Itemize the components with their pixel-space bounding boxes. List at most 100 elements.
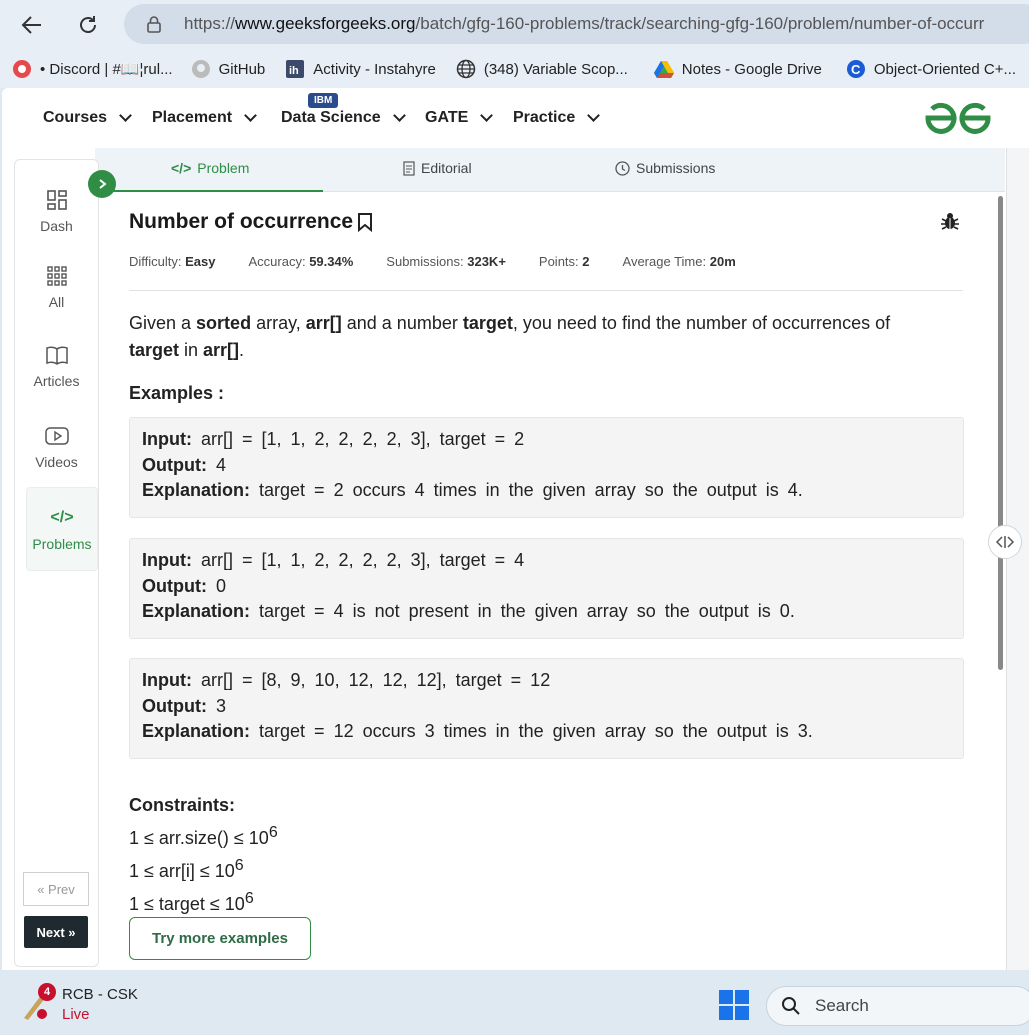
example-input: Input: arr[] = [8, 9, 10, 12, 12, 12], t… bbox=[142, 670, 551, 690]
svg-text:ih: ih bbox=[289, 65, 299, 77]
example-output: Output: 4 bbox=[142, 454, 226, 475]
url-text: https://www.geeksforgeeks.org/batch/gfg-… bbox=[184, 14, 985, 33]
chevron-down-icon bbox=[480, 109, 494, 122]
scrollbar[interactable] bbox=[998, 196, 1003, 670]
taskbar-search[interactable]: Search bbox=[766, 986, 1029, 1026]
panel-resize-handle[interactable] bbox=[988, 525, 1022, 559]
tab-problem[interactable]: </> Problem bbox=[171, 160, 249, 176]
chevron-down-icon bbox=[119, 109, 132, 122]
news-widget[interactable]: 4 RCB - CSK Live bbox=[20, 983, 138, 1025]
constraints-heading: Constraints: bbox=[129, 795, 236, 815]
globe-icon bbox=[456, 59, 476, 79]
bookmark-discord[interactable]: • Discord | #📖¦rul... bbox=[12, 59, 173, 79]
sidebar-item-videos[interactable]: Videos bbox=[15, 424, 98, 470]
constraint-item: 1 ≤ arr[i] ≤ 106 bbox=[129, 857, 244, 881]
bookmark-google-drive[interactable]: Notes - Google Drive bbox=[653, 59, 822, 79]
example-input: Input: arr[] = [1, 1, 2, 2, 2, 2, 3], ta… bbox=[142, 429, 525, 449]
bug-report-icon[interactable] bbox=[939, 210, 961, 237]
divider bbox=[129, 290, 963, 291]
chevron-down-icon bbox=[244, 109, 257, 122]
meta-accuracy: Accuracy: 59.34% bbox=[248, 254, 354, 269]
prev-button[interactable]: « Prev bbox=[23, 872, 89, 906]
browser-toolbar: https://www.geeksforgeeks.org/batch/gfg-… bbox=[0, 0, 1029, 50]
sidebar-item-problems[interactable]: </> Problems bbox=[26, 487, 98, 571]
reload-icon bbox=[80, 16, 96, 33]
sidebar-toggle-button[interactable] bbox=[88, 170, 116, 198]
bookmarks-bar: • Discord | #📖¦rul... GitHub ih Activity… bbox=[0, 50, 1029, 88]
sidebar-item-dash[interactable]: Dash bbox=[15, 188, 98, 234]
meta-average-time: Average Time: 20m bbox=[622, 254, 736, 269]
gfg-navbar: Courses Placement Data Science GATE Prac… bbox=[2, 88, 1029, 148]
notification-badge: 4 bbox=[38, 983, 56, 1001]
nav-courses[interactable]: Courses bbox=[43, 109, 132, 127]
editor-panel-edge bbox=[1006, 148, 1029, 970]
bookmark-icon[interactable] bbox=[357, 212, 373, 232]
nav-practice[interactable]: Practice bbox=[513, 109, 601, 127]
example-box: Input: arr[] = [1, 1, 2, 2, 2, 2, 3], ta… bbox=[129, 538, 964, 639]
book-icon bbox=[45, 343, 69, 367]
google-drive-icon bbox=[653, 59, 674, 79]
clock-icon bbox=[615, 160, 630, 176]
chevron-down-icon bbox=[392, 109, 406, 122]
svg-text:C: C bbox=[851, 62, 861, 77]
left-sidebar: Dash All Articles Videos </> Problems bbox=[14, 159, 99, 967]
meta-points: Points: 2 bbox=[538, 254, 590, 269]
dashboard-icon bbox=[45, 188, 69, 212]
bookmark-github[interactable]: GitHub bbox=[191, 59, 265, 79]
try-more-examples-button[interactable]: Try more examples bbox=[129, 917, 311, 960]
grid-icon bbox=[45, 264, 69, 288]
meta-submissions: Submissions: 323K+ bbox=[386, 254, 506, 269]
example-output: Output: 0 bbox=[142, 575, 226, 596]
nav-gate[interactable]: GATE bbox=[425, 109, 494, 127]
examples-heading: Examples : bbox=[129, 383, 225, 403]
webpage: Courses Placement Data Science GATE Prac… bbox=[2, 88, 1029, 970]
example-explanation: Explanation: target = 2 occurs 4 times i… bbox=[142, 480, 803, 500]
bookmark-oop-cpp[interactable]: C Object-Oriented C+... bbox=[846, 59, 1016, 79]
chevron-down-icon bbox=[587, 109, 601, 122]
reload-button[interactable] bbox=[72, 9, 104, 41]
example-explanation: Explanation: target = 12 occurs 3 times … bbox=[142, 721, 813, 741]
taskbar: 4 RCB - CSK Live Search bbox=[0, 975, 1029, 1035]
gfg-logo[interactable] bbox=[922, 100, 994, 141]
bookmark-instahyre[interactable]: ih Activity - Instahyre bbox=[285, 59, 436, 79]
problem-meta: Difficulty: Easy Accuracy: 59.34% Submis… bbox=[129, 254, 769, 269]
video-icon bbox=[44, 424, 69, 448]
arrow-left-icon bbox=[21, 16, 41, 34]
meta-difficulty: Difficulty: Easy bbox=[129, 254, 216, 269]
example-input: Input: arr[] = [1, 1, 2, 2, 2, 2, 3], ta… bbox=[142, 550, 525, 570]
double-chevron-right-icon: » bbox=[64, 924, 76, 940]
nav-placement[interactable]: Placement bbox=[152, 109, 257, 127]
double-chevron-left-icon: « bbox=[37, 881, 49, 897]
c-logo-icon: C bbox=[846, 59, 866, 79]
constraint-item: 1 ≤ target ≤ 106 bbox=[129, 890, 254, 914]
constraints: Constraints: 1 ≤ arr.size() ≤ 106 1 ≤ ar… bbox=[129, 792, 278, 918]
windows-icon bbox=[719, 990, 749, 1020]
problem-description: Given a sorted array, arr[] and a number… bbox=[129, 313, 891, 360]
ibm-badge: IBM bbox=[308, 93, 339, 108]
example-box: Input: arr[] = [8, 9, 10, 12, 12, 12], t… bbox=[129, 658, 964, 759]
sidebar-item-articles[interactable]: Articles bbox=[15, 343, 98, 389]
code-icon: </> bbox=[171, 160, 192, 176]
problem-title: Number of occurrence bbox=[129, 210, 373, 234]
address-bar[interactable]: https://www.geeksforgeeks.org/batch/gfg-… bbox=[124, 4, 1029, 44]
constraint-item: 1 ≤ arr.size() ≤ 106 bbox=[129, 824, 278, 848]
back-button[interactable] bbox=[16, 9, 48, 41]
github-icon bbox=[191, 59, 211, 79]
sidebar-item-all[interactable]: All bbox=[15, 264, 98, 310]
example-explanation: Explanation: target = 4 is not present i… bbox=[142, 601, 795, 621]
next-button[interactable]: Next » bbox=[24, 916, 88, 948]
start-button[interactable] bbox=[719, 990, 749, 1020]
split-arrows-icon bbox=[995, 536, 1015, 548]
bookmark-variable-scope[interactable]: (348) Variable Scop... bbox=[456, 59, 628, 79]
problem-tabs: </> Problem Editorial Submissions bbox=[95, 148, 1005, 192]
tab-submissions[interactable]: Submissions bbox=[615, 160, 715, 176]
nav-data-science[interactable]: Data Science bbox=[281, 109, 406, 127]
problem-content: Number of occurrence Difficulty: Easy Ac… bbox=[95, 192, 1005, 970]
tab-editorial[interactable]: Editorial bbox=[403, 160, 472, 176]
example-box: Input: arr[] = [1, 1, 2, 2, 2, 2, 3], ta… bbox=[129, 417, 964, 518]
lock-icon bbox=[146, 14, 166, 34]
instahyre-icon: ih bbox=[285, 59, 305, 79]
chevron-right-icon bbox=[99, 179, 107, 189]
example-output: Output: 3 bbox=[142, 695, 226, 716]
news-text: RCB - CSK Live bbox=[62, 986, 138, 1023]
